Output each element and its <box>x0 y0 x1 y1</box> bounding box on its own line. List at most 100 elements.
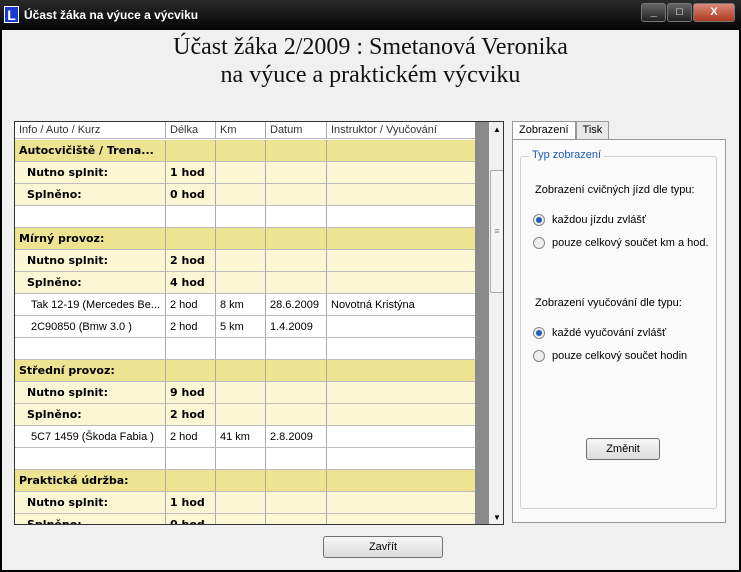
radio-label: každé vyučování zvlášť <box>552 327 667 339</box>
radio-label: pouze celkový součet km a hod. <box>552 237 709 249</box>
attendance-grid[interactable]: Info / Auto / Kurz Délka Km Datum Instru… <box>14 121 504 525</box>
group-header-row[interactable]: Praktická údržba: <box>15 470 476 492</box>
table-cell <box>327 338 476 359</box>
table-cell: 2 hod <box>166 426 216 447</box>
summary-row[interactable]: Nutno splnit: 2 hod <box>15 250 476 272</box>
radio-each-lesson[interactable]: každé vyučování zvlášť <box>533 327 666 339</box>
radio-unselected-icon[interactable] <box>533 350 545 362</box>
table-cell <box>266 382 327 403</box>
table-cell: 41 km <box>216 426 266 447</box>
table-cell <box>327 140 476 161</box>
table-cell: Nutno splnit: <box>15 162 166 183</box>
table-cell: 0 hod <box>166 184 216 205</box>
vertical-scrollbar[interactable]: ▲ ≡ ▼ <box>489 122 503 524</box>
title-bar: L Účast žáka na výuce a výcviku _ □ X <box>0 0 741 30</box>
page-title: Účast žáka 2/2009 : Smetanová Veronika <box>173 34 568 60</box>
table-cell <box>266 360 327 381</box>
table-cell <box>216 470 266 491</box>
close-button[interactable]: Zavřít <box>323 536 443 558</box>
table-cell <box>327 360 476 381</box>
grid-empty-area <box>475 122 489 524</box>
ride-row[interactable]: 5C7 1459 (Škoda Fabia ) 2 hod 41 km 2.8.200… <box>15 426 476 448</box>
summary-row[interactable]: Nutno splnit: 9 hod <box>15 382 476 404</box>
radio-selected-icon[interactable] <box>533 327 545 339</box>
table-cell <box>266 514 327 524</box>
close-window-button[interactable]: X <box>693 3 735 22</box>
table-cell <box>166 140 216 161</box>
app-logo-icon: L <box>4 6 19 23</box>
table-cell: Praktická údržba: <box>15 470 166 491</box>
table-cell <box>166 448 216 469</box>
table-cell <box>15 206 166 227</box>
table-cell <box>327 470 476 491</box>
table-cell: 2 hod <box>166 316 216 337</box>
radio-label: pouze celkový součet hodin <box>552 350 688 362</box>
minimize-button[interactable]: _ <box>641 3 666 22</box>
table-cell <box>166 206 216 227</box>
table-cell <box>266 184 327 205</box>
column-header-info[interactable]: Info / Auto / Kurz <box>15 122 166 138</box>
blank-row[interactable] <box>15 448 476 470</box>
change-button[interactable]: Změnit <box>586 438 660 460</box>
summary-row[interactable]: Nutno splnit: 1 hod <box>15 492 476 514</box>
tab-zobrazeni[interactable]: Zobrazení <box>512 121 576 141</box>
ride-row[interactable]: 2C90850 (Bmw 3.0 ) 2 hod 5 km 1.4.2009 <box>15 316 476 338</box>
table-cell: 2 hod <box>166 294 216 315</box>
table-cell <box>327 492 476 513</box>
table-cell: Tak 12-19 (Mercedes Be... <box>15 294 166 315</box>
table-cell <box>327 426 476 447</box>
table-cell <box>216 448 266 469</box>
summary-row[interactable]: Splněno: 2 hod <box>15 404 476 426</box>
radio-label: každou jízdu zvlášť <box>552 214 647 226</box>
table-cell <box>216 162 266 183</box>
column-header-date[interactable]: Datum <box>266 122 327 138</box>
group-header-row[interactable]: Autocvičiště / Trena... <box>15 140 476 162</box>
table-cell <box>327 514 476 524</box>
column-header-length[interactable]: Délka <box>166 122 216 138</box>
table-cell <box>216 206 266 227</box>
table-cell: 5 km <box>216 316 266 337</box>
table-cell <box>166 470 216 491</box>
radio-total-km-hours[interactable]: pouze celkový součet km a hod. <box>533 237 709 249</box>
blank-row[interactable] <box>15 338 476 360</box>
table-cell <box>166 338 216 359</box>
radio-total-hours[interactable]: pouze celkový součet hodin <box>533 350 687 362</box>
table-cell <box>266 250 327 271</box>
table-cell: 2.8.2009 <box>266 426 327 447</box>
scroll-thumb[interactable]: ≡ <box>490 170 503 293</box>
page-subtitle: na výuce a praktickém výcviku <box>220 62 521 88</box>
blank-row[interactable] <box>15 206 476 228</box>
table-cell <box>327 162 476 183</box>
summary-row[interactable]: Nutno splnit: 1 hod <box>15 162 476 184</box>
summary-row[interactable]: Splněno: 0 hod <box>15 514 476 524</box>
radio-unselected-icon[interactable] <box>533 237 545 249</box>
radio-each-ride[interactable]: každou jízdu zvlášť <box>533 214 646 226</box>
table-cell <box>266 470 327 491</box>
maximize-button[interactable]: □ <box>667 3 692 22</box>
column-header-instructor[interactable]: Instruktor / Vyučování <box>327 122 476 138</box>
group-header-row[interactable]: Střední provoz: <box>15 360 476 382</box>
table-cell: Splněno: <box>15 272 166 293</box>
rides-section-label: Zobrazení cvičných jízd dle typu: <box>535 184 695 196</box>
table-cell <box>266 228 327 249</box>
summary-row[interactable]: Splněno: 0 hod <box>15 184 476 206</box>
table-cell <box>216 360 266 381</box>
scroll-up-arrow-icon[interactable]: ▲ <box>489 122 503 138</box>
table-cell <box>266 272 327 293</box>
table-cell <box>327 206 476 227</box>
table-cell: Nutno splnit: <box>15 250 166 271</box>
table-cell: 5C7 1459 (Škoda Fabia ) <box>15 426 166 447</box>
table-cell: 28.6.2009 <box>266 294 327 315</box>
summary-row[interactable]: Splněno: 4 hod <box>15 272 476 294</box>
display-settings-panel: Typ zobrazení Zobrazení cvičných jízd dl… <box>512 139 726 523</box>
tab-tisk[interactable]: Tisk <box>575 121 610 140</box>
ride-row[interactable]: Tak 12-19 (Mercedes Be... 2 hod 8 km 28.6.2… <box>15 294 476 316</box>
radio-selected-icon[interactable] <box>533 214 545 226</box>
table-cell <box>327 316 476 337</box>
table-cell <box>266 206 327 227</box>
scroll-down-arrow-icon[interactable]: ▼ <box>489 510 503 524</box>
column-header-km[interactable]: Km <box>216 122 266 138</box>
window-title: Účast žáka na výuce a výcviku <box>24 8 199 22</box>
table-cell: 2C90850 (Bmw 3.0 ) <box>15 316 166 337</box>
group-header-row[interactable]: Mírný provoz: <box>15 228 476 250</box>
